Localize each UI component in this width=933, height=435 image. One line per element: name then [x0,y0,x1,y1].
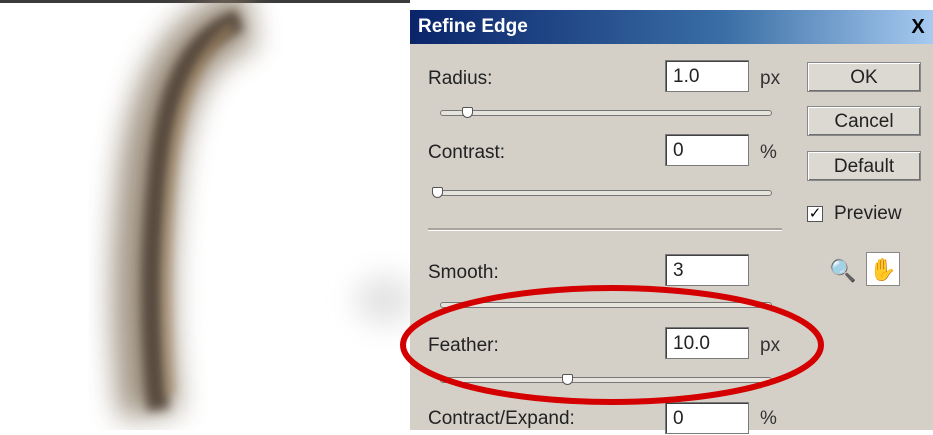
contract-expand-label: Contract/Expand: [428,408,575,429]
preview-checkbox[interactable]: ✓ [807,206,823,222]
radius-unit: px [760,68,781,89]
radius-slider-track[interactable] [440,110,772,116]
default-button[interactable]: Default [807,151,921,181]
zoom-icon[interactable]: 🔍 [826,254,860,288]
contract-expand-input[interactable]: 0 [665,402,749,434]
smooth-label: Smooth: [428,262,499,283]
close-icon[interactable]: X [907,16,929,38]
feather-input[interactable]: 10.0 [665,327,749,359]
cancel-button[interactable]: Cancel [807,106,921,136]
refine-edge-dialog: Refine Edge X Radius: 1.0 px Contrast: 0… [410,10,933,434]
contrast-slider-thumb[interactable] [432,187,443,198]
image-canvas [0,0,410,430]
feather-unit: px [760,335,781,356]
smooth-input[interactable]: 3 [665,254,749,286]
radius-label: Radius: [428,68,493,89]
radius-slider-thumb[interactable] [462,107,474,118]
contrast-unit: % [760,142,777,163]
dialog-title: Refine Edge [418,16,528,37]
ok-button[interactable]: OK [807,62,921,92]
hair-image [112,0,410,419]
section-divider [428,228,782,231]
feather-slider-track[interactable] [440,377,772,383]
contrast-slider-track[interactable] [432,190,772,196]
preview-label: Preview [834,203,902,224]
radius-input[interactable]: 1.0 [665,60,749,92]
contrast-label: Contrast: [428,142,506,163]
dialog-titlebar: Refine Edge X [410,10,933,44]
smooth-slider-track[interactable] [440,302,772,308]
contrast-input[interactable]: 0 [665,134,749,166]
feather-slider-thumb[interactable] [561,374,573,385]
hand-icon[interactable]: ✋ [866,252,900,286]
feather-label: Feather: [428,335,499,356]
contract-expand-unit: % [760,408,777,429]
